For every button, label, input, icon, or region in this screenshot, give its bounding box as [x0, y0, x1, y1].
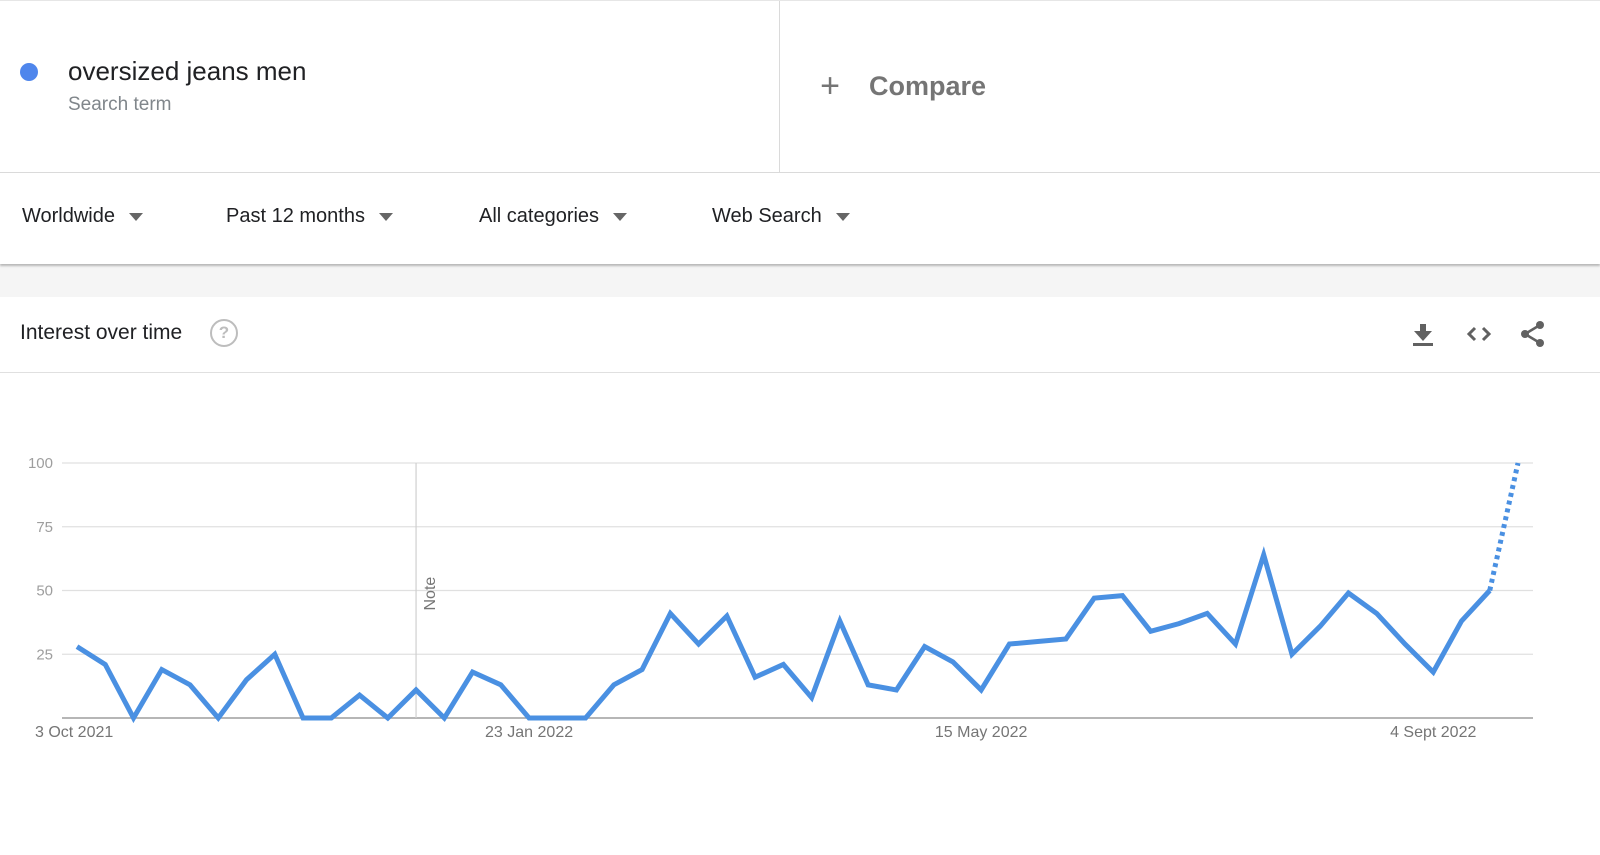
download-icon[interactable] — [1408, 319, 1438, 349]
x-tick-label: 23 Jan 2022 — [485, 724, 573, 741]
data-point — [611, 682, 617, 688]
data-point — [441, 715, 447, 721]
data-point — [159, 667, 165, 673]
filter-time-range-label: Past 12 months — [226, 205, 365, 227]
note-label: Note — [422, 577, 439, 611]
data-point — [1063, 636, 1069, 642]
line-chart[interactable]: 25 50 75 100 Note 3 Oct 2021 23 Jan 2022 15 May… — [0, 373, 1600, 850]
section-separator — [0, 264, 1600, 297]
data-point — [1006, 641, 1012, 647]
y-tick-label: 75 — [36, 519, 53, 536]
data-point — [74, 644, 80, 650]
y-tick-label: 50 — [36, 583, 53, 600]
data-point — [1487, 588, 1493, 594]
search-term-header: oversized jeans men Search term + Compar… — [0, 0, 1600, 173]
data-point — [1176, 621, 1182, 627]
data-point — [639, 667, 645, 673]
filter-search-type[interactable]: Web Search — [712, 205, 850, 228]
data-point — [1430, 669, 1436, 675]
x-tick-label: 15 May 2022 — [935, 724, 1028, 741]
filter-category[interactable]: All categories — [479, 205, 628, 228]
data-point — [357, 692, 363, 698]
caret-down-icon — [613, 212, 628, 221]
data-point — [102, 661, 108, 667]
filter-search-type-label: Web Search — [712, 205, 822, 227]
data-point — [1317, 623, 1323, 629]
data-point — [187, 682, 193, 688]
data-point — [865, 682, 871, 688]
data-point — [413, 687, 419, 693]
search-term-panel[interactable]: oversized jeans men Search term — [0, 1, 780, 173]
data-point — [696, 641, 702, 647]
data-point — [667, 610, 673, 616]
series-color-dot — [20, 63, 38, 81]
data-point — [809, 695, 815, 701]
compare-button[interactable]: + Compare — [815, 69, 986, 103]
data-point — [272, 651, 278, 657]
caret-down-icon — [835, 212, 850, 221]
data-point — [526, 715, 532, 721]
embed-code-icon[interactable] — [1464, 319, 1494, 349]
data-point — [780, 661, 786, 667]
data-point — [922, 644, 928, 650]
search-term-name[interactable]: oversized jeans men — [68, 56, 306, 87]
data-point — [328, 715, 334, 721]
filter-location-label: Worldwide — [22, 205, 115, 227]
data-point — [300, 715, 306, 721]
filter-time-range[interactable]: Past 12 months — [226, 205, 393, 228]
y-tick-label: 100 — [28, 455, 53, 472]
data-point — [1204, 610, 1210, 616]
data-point — [215, 715, 221, 721]
x-tick-label: 4 Sept 2022 — [1390, 724, 1476, 741]
data-point — [893, 687, 899, 693]
data-point — [1119, 593, 1125, 599]
filter-category-label: All categories — [479, 205, 600, 227]
caret-down-icon — [129, 212, 143, 221]
data-point — [1148, 628, 1154, 634]
data-point — [554, 715, 560, 721]
data-point — [244, 677, 250, 683]
data-point — [1515, 460, 1521, 466]
data-point — [1402, 641, 1408, 647]
data-point — [1035, 639, 1041, 645]
search-term-type: Search term — [68, 94, 172, 115]
card-title: Interest over time — [20, 321, 183, 344]
data-point — [1458, 618, 1464, 624]
interest-over-time-chart: 25 50 75 100 Note 3 Oct 2021 23 Jan 2022 15 May… — [0, 373, 1600, 850]
data-point — [1374, 610, 1380, 616]
data-point — [470, 669, 476, 675]
x-tick-label: 3 Oct 2021 — [35, 724, 113, 741]
data-point — [837, 618, 843, 624]
filter-location[interactable]: Worldwide — [22, 205, 143, 228]
data-point — [1289, 651, 1295, 657]
plus-icon: + — [820, 67, 840, 105]
data-point — [498, 682, 504, 688]
data-point — [131, 715, 137, 721]
data-point — [1261, 552, 1267, 558]
series-line — [75, 546, 1492, 724]
filter-bar: Worldwide Past 12 months All categories … — [0, 173, 1600, 264]
data-point — [1232, 641, 1238, 647]
data-point — [978, 687, 984, 693]
caret-down-icon — [378, 212, 393, 221]
y-tick-label: 25 — [36, 646, 53, 663]
card-header: Interest over time ? — [0, 297, 1600, 373]
data-point — [1091, 595, 1097, 601]
data-point — [752, 674, 758, 680]
help-icon[interactable]: ? — [210, 319, 238, 347]
compare-label: Compare — [869, 70, 987, 101]
data-point — [950, 659, 956, 665]
data-point — [1345, 590, 1351, 596]
share-icon[interactable] — [1518, 319, 1548, 349]
data-point — [583, 715, 589, 721]
data-point — [385, 715, 391, 721]
data-point — [724, 613, 730, 619]
